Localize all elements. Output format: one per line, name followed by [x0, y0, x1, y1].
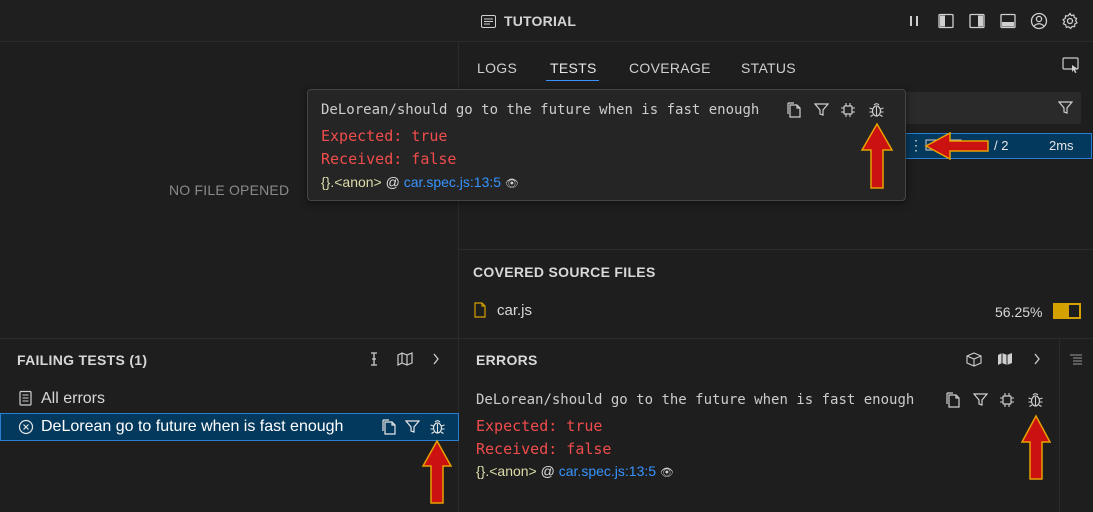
tab-status[interactable]: STATUS [741, 60, 796, 76]
window-title-text: TUTORIAL [504, 13, 577, 29]
error-circle-icon [18, 419, 34, 438]
text-cursor-icon[interactable] [368, 351, 380, 370]
map-icon[interactable] [997, 352, 1013, 369]
stack-at: @ [385, 174, 400, 190]
stack-function: {}.<anon> [321, 174, 382, 190]
test-count: / 2 [994, 138, 1009, 153]
filter-icon[interactable] [404, 420, 421, 437]
stack-at: @ [540, 463, 555, 479]
popup-test-name: should go to the future when is fast eno… [396, 102, 760, 118]
chevron-right-icon[interactable] [432, 352, 440, 369]
map-icon[interactable] [397, 352, 413, 369]
covered-files-title: COVERED SOURCE FILES [473, 264, 656, 280]
coverage-progress-fill [1055, 305, 1069, 317]
test-filter-input[interactable] [905, 92, 1081, 124]
tab-tests[interactable]: TESTS [550, 60, 597, 76]
eye-icon[interactable]: 👁 [660, 467, 674, 479]
tab-logs[interactable]: LOGS [477, 60, 517, 76]
stack-location-link[interactable]: car.spec.js:13:5 [559, 463, 656, 479]
filter-icon[interactable] [972, 393, 989, 410]
coverage-progress-bar [1053, 303, 1081, 319]
failing-tests-title: FAILING TESTS (1) [17, 352, 148, 368]
popup-separator: / [388, 102, 397, 118]
divider [459, 249, 1093, 250]
popup-received: Received: false [321, 150, 457, 168]
outline-list-icon[interactable] [1069, 353, 1083, 370]
error-expected: Expected: true [476, 417, 603, 435]
error-separator: / [543, 392, 552, 408]
error-suite: DeLorean [476, 392, 544, 408]
error-stack-frame: {}.<anon> @ car.spec.js:13:5 👁 [476, 463, 674, 479]
toggle-bottom-panel-icon[interactable] [999, 12, 1017, 30]
coverage-percent: 56.25% [995, 304, 1043, 320]
tab-coverage[interactable]: COVERAGE [629, 60, 711, 76]
stack-function: {}.<anon> [476, 463, 537, 479]
stack-location-link[interactable]: car.spec.js:13:5 [404, 174, 501, 190]
error-test-path: DeLorean/should go to the future when is… [476, 392, 914, 408]
js-file-icon [474, 302, 486, 321]
error-received: Received: false [476, 440, 612, 458]
no-file-opened-label: NO FILE OPENED [169, 182, 290, 198]
toggle-right-panel-icon[interactable] [968, 12, 986, 30]
filter-icon[interactable] [813, 103, 830, 120]
cube-icon[interactable] [966, 352, 982, 370]
cpu-chip-icon[interactable] [999, 392, 1015, 411]
errors-title: ERRORS [476, 352, 538, 368]
open-preview-icon[interactable] [1062, 57, 1080, 76]
settings-gear-icon[interactable] [1061, 12, 1079, 30]
copy-icon[interactable] [786, 102, 802, 121]
cpu-chip-icon[interactable] [840, 102, 856, 121]
copy-icon[interactable] [945, 392, 961, 411]
debug-bug-icon[interactable] [429, 418, 446, 438]
more-actions-icon[interactable]: ⋮ [909, 137, 923, 154]
debug-bug-icon[interactable] [1027, 391, 1044, 411]
failing-test-name[interactable]: DeLorean go to future when is fast enoug… [41, 418, 343, 436]
account-icon[interactable] [1030, 12, 1048, 30]
pause-icon[interactable] [905, 12, 923, 30]
covered-file-name[interactable]: car.js [497, 302, 532, 319]
popup-stack-frame: {}.<anon> @ car.spec.js:13:5 👁 [321, 174, 519, 190]
tutorial-icon [480, 13, 496, 29]
toggle-left-panel-icon[interactable] [937, 12, 955, 30]
filter-icon[interactable] [1057, 100, 1074, 118]
window-title: TUTORIAL [480, 13, 576, 29]
all-errors-item[interactable]: All errors [41, 390, 105, 408]
popup-test-path: DeLorean/should go to the future when is… [321, 102, 759, 118]
test-duration: 2ms [1049, 138, 1074, 153]
debug-bug-icon[interactable] [868, 101, 885, 121]
popup-expected: Expected: true [321, 127, 448, 145]
active-tab-indicator [546, 80, 599, 81]
error-test-name: should go to the future when is fast eno… [551, 392, 915, 408]
all-errors-icon [19, 390, 32, 409]
row-actions-icon[interactable] [925, 138, 965, 155]
popup-suite: DeLorean [321, 102, 389, 118]
copy-icon[interactable] [381, 419, 397, 438]
chevron-right-icon[interactable] [1033, 352, 1041, 369]
eye-icon[interactable]: 👁 [505, 178, 519, 190]
